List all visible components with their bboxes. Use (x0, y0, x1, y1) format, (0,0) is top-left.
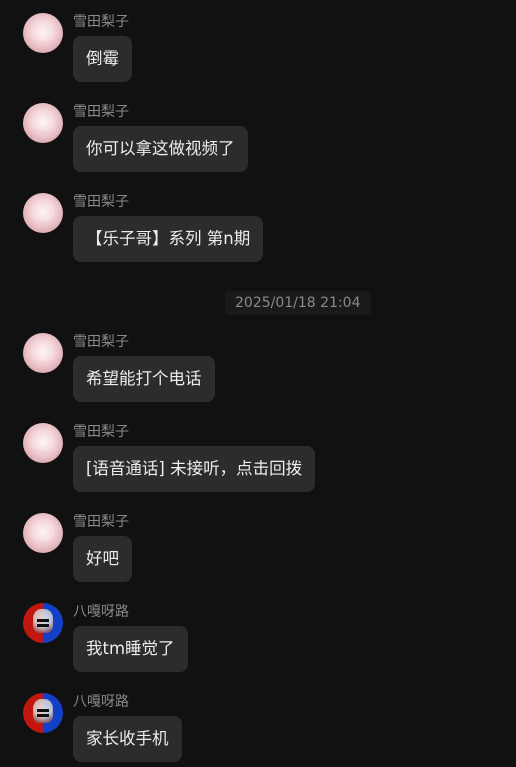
avatar[interactable] (23, 193, 63, 233)
sender-name: 雪田梨子 (73, 104, 129, 120)
avatar[interactable] (23, 103, 63, 143)
sender-name: 雪田梨子 (73, 194, 129, 210)
sender-name: 雪田梨子 (73, 14, 129, 30)
avatar[interactable] (23, 603, 63, 643)
message-bubble[interactable]: 你可以拿这做视频了 (73, 126, 248, 172)
message-bubble[interactable]: 【乐子哥】系列 第n期 (73, 216, 264, 262)
avatar[interactable] (23, 333, 63, 373)
avatar[interactable] (23, 693, 63, 733)
voice-call-message[interactable]: [语音通话] 未接听，点击回拨 (73, 446, 316, 492)
message-bubble[interactable]: 好吧 (73, 536, 132, 582)
message-bubble[interactable]: 我tm睡觉了 (73, 626, 188, 672)
sender-name: 雪田梨子 (73, 424, 129, 440)
avatar[interactable] (23, 13, 63, 53)
timestamp-divider: 2025/01/18 21:04 (225, 291, 371, 315)
avatar[interactable] (23, 423, 63, 463)
message-bubble[interactable]: 倒霉 (73, 36, 132, 82)
message-bubble[interactable]: 家长收手机 (73, 716, 182, 762)
sender-name: 八嘎呀路 (73, 694, 129, 710)
message-bubble[interactable]: 希望能打个电话 (73, 356, 215, 402)
avatar[interactable] (23, 513, 63, 553)
sender-name: 雪田梨子 (73, 334, 129, 350)
sender-name: 雪田梨子 (73, 514, 129, 530)
sender-name: 八嘎呀路 (73, 604, 129, 620)
